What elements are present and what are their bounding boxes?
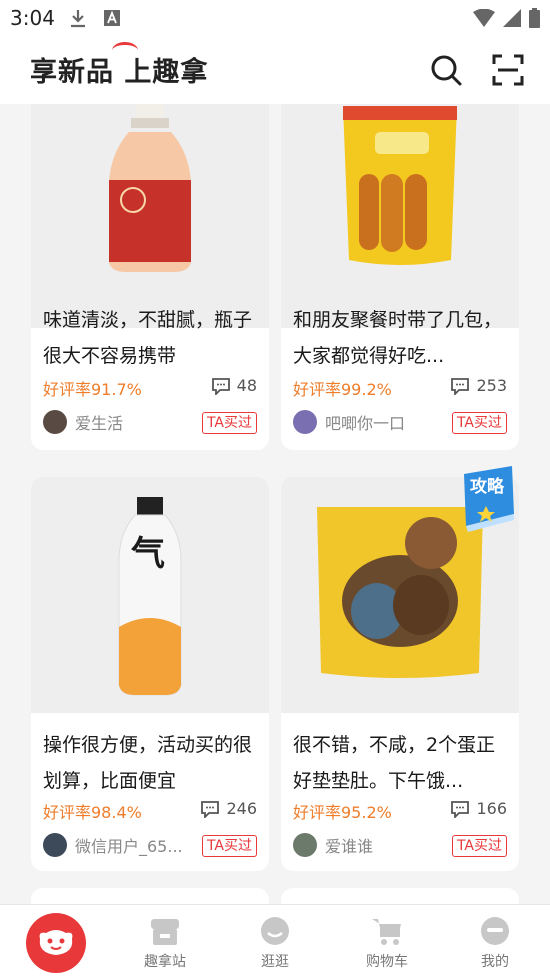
card-title: 味道清淡，不甜腻，瓶子很大不容易携带 — [43, 309, 253, 367]
rating: 好评率99.2% — [293, 380, 392, 399]
status-right — [473, 8, 540, 28]
nav-browse[interactable]: 逛逛 — [240, 915, 310, 971]
rating: 好评率98.4% — [43, 803, 142, 822]
nav-profile[interactable]: 我的 — [460, 915, 530, 971]
avatar — [43, 410, 67, 434]
comment-icon — [451, 800, 470, 818]
bought-badge: TA买过 — [201, 835, 257, 857]
store-icon — [151, 919, 179, 945]
product-image-juice — [31, 104, 269, 328]
comment-count-text: 48 — [236, 376, 257, 395]
username: 吧唧你一口 — [325, 414, 406, 433]
comment-count[interactable]: 253 — [450, 376, 507, 395]
nav-station-label: 趣拿站 — [144, 954, 186, 970]
app-logo: 享新品 上趣拿 — [30, 42, 209, 89]
card-user[interactable]: 微信用户_65... — [43, 833, 183, 857]
download-icon — [71, 10, 85, 28]
card-title: 很不错，不咸，2个蛋正好垫垫肚。下午饿... — [293, 734, 496, 792]
logo-arc — [112, 42, 138, 59]
status-bar: 3:04 — [0, 0, 550, 36]
bottom-nav: 趣拿站 逛逛 购物车 我的 — [0, 904, 550, 980]
status-time: 3:04 — [10, 6, 55, 30]
bought-badge: TA买过 — [451, 835, 507, 857]
comment-count[interactable]: 246 — [200, 799, 257, 818]
svg-text:气: 气 — [130, 534, 165, 574]
product-feed[interactable]: 味道清淡，不甜腻，瓶子很大不容易携带 好评率91.7% 48 爱生活 TA买过 … — [0, 104, 550, 904]
comment-icon — [201, 800, 220, 818]
card-user[interactable]: 爱生活 — [43, 410, 123, 434]
username: 爱谁谁 — [325, 837, 374, 856]
avatar — [293, 410, 317, 434]
search-icon[interactable] — [430, 54, 462, 86]
product-image-sausage — [281, 104, 519, 328]
comment-count-text: 246 — [226, 799, 257, 818]
product-image-soda: 气 — [31, 477, 269, 713]
nav-station[interactable]: 趣拿站 — [130, 915, 200, 971]
comment-count[interactable]: 166 — [450, 799, 507, 818]
browse-icon — [261, 917, 289, 945]
product-card[interactable]: 味道清淡，不甜腻，瓶子很大不容易携带 好评率91.7% 48 爱生活 TA买过 — [31, 104, 269, 450]
comment-count-text: 253 — [476, 376, 507, 395]
comment-icon — [451, 377, 470, 395]
nav-cart[interactable]: 购物车 — [352, 915, 422, 971]
logo-text: 享新品 上趣拿 — [30, 57, 209, 88]
comment-count-text: 166 — [476, 799, 507, 818]
card-title: 和朋友聚餐时带了几包，大家都觉得好吃... — [293, 309, 503, 367]
profile-icon — [481, 917, 509, 945]
app-header: 享新品 上趣拿 — [0, 36, 550, 104]
avatar — [43, 833, 67, 857]
home-button[interactable] — [26, 913, 86, 973]
mascot-icon — [39, 930, 73, 955]
nav-profile-label: 我的 — [481, 954, 509, 970]
signal-icon — [503, 9, 521, 27]
bought-badge: TA买过 — [451, 412, 507, 434]
comment-icon — [211, 377, 230, 395]
product-card-partial[interactable] — [31, 888, 269, 904]
username: 爱生活 — [75, 414, 124, 433]
card-title: 操作很方便，活动买的很划算，比面便宜 — [43, 734, 253, 792]
battery-icon — [529, 8, 540, 28]
nav-browse-label: 逛逛 — [261, 954, 289, 970]
guide-label: 攻略 — [470, 477, 504, 497]
avatar — [293, 833, 317, 857]
comment-count[interactable]: 48 — [211, 376, 257, 395]
product-card-partial[interactable] — [281, 888, 519, 904]
card-user[interactable]: 爱谁谁 — [293, 833, 373, 857]
notification-a-icon — [104, 10, 120, 26]
rating: 好评率95.2% — [293, 803, 392, 822]
wifi-icon — [473, 9, 495, 27]
username: 微信用户_65... — [75, 837, 183, 856]
product-card[interactable]: 气 操作很方便，活动买的很划算，比面便宜 好评率98.4% 246 微信用户_6… — [31, 477, 269, 871]
card-user[interactable]: 吧唧你一口 — [293, 410, 405, 434]
product-card[interactable]: 和朋友聚餐时带了几包，大家都觉得好吃... 好评率99.2% 253 吧唧你一口… — [281, 104, 519, 450]
rating: 好评率91.7% — [43, 380, 142, 399]
nav-cart-label: 购物车 — [366, 954, 408, 970]
scan-icon[interactable] — [492, 54, 524, 86]
product-card[interactable]: 很不错，不咸，2个蛋正好垫垫肚。下午饿... 好评率95.2% 166 爱谁谁 … — [281, 477, 519, 871]
guide-badge[interactable]: 攻略 — [456, 464, 520, 534]
cart-icon — [372, 919, 401, 945]
bought-badge: TA买过 — [201, 412, 257, 434]
